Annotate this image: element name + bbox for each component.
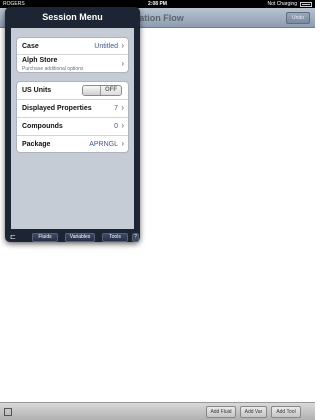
alph-store-label: Alph Store — [22, 57, 58, 64]
alph-store-subtitle: Purchase additional options — [22, 66, 84, 72]
case-label: Case — [22, 43, 39, 50]
session-menu-toolbar: ⊏ Fluids Variables Tools ? — [5, 233, 140, 242]
fluids-button[interactable]: Fluids — [32, 233, 58, 242]
variables-button[interactable]: Variables — [65, 233, 95, 242]
chevron-right-icon: › — [121, 59, 124, 68]
toggle-knob — [83, 86, 101, 95]
tools-button[interactable]: Tools — [102, 233, 128, 242]
compounds-label: Compounds — [22, 123, 63, 130]
package-value: APRNGL — [89, 141, 118, 148]
undo-button[interactable]: Undo — [286, 12, 310, 24]
session-menu-content: Case Untitled › Alph Store Purchase addi… — [11, 28, 134, 229]
battery-status-label: Not Charging — [267, 1, 297, 7]
us-units-toggle[interactable]: OFF — [82, 85, 122, 96]
chevron-right-icon: › — [121, 121, 124, 130]
chevron-right-icon: › — [121, 41, 124, 50]
case-group: Case Untitled › Alph Store Purchase addi… — [16, 37, 129, 73]
chevron-right-icon: › — [121, 103, 124, 112]
session-menu-title: Session Menu — [42, 12, 103, 22]
displayed-properties-label: Displayed Properties — [22, 105, 92, 112]
alph-store-row[interactable]: Alph Store Purchase additional options › — [17, 55, 128, 74]
us-units-row: US Units OFF — [17, 82, 128, 100]
case-value: Untitled — [94, 43, 118, 50]
flow-diagram-icon[interactable]: ⊏ — [10, 233, 16, 241]
displayed-properties-row[interactable]: Displayed Properties 7 › — [17, 100, 128, 118]
chevron-right-icon: › — [121, 139, 124, 148]
compounds-value: 0 — [114, 123, 118, 130]
help-button[interactable]: ? — [132, 233, 139, 242]
session-menu-popover: Session Menu Case Untitled › Alph Store … — [5, 7, 140, 242]
add-fluid-button[interactable]: Add Fluid — [206, 406, 236, 418]
compounds-row[interactable]: Compounds 0 › — [17, 118, 128, 136]
package-row[interactable]: Package APRNGL › — [17, 136, 128, 154]
bottom-toolbar: Add Fluid Add Var Add Tool — [0, 402, 315, 420]
displayed-properties-value: 7 — [114, 105, 118, 112]
battery-icon — [300, 2, 312, 7]
settings-group: US Units OFF Displayed Properties 7 › Co… — [16, 81, 129, 153]
add-var-button[interactable]: Add Var — [240, 406, 267, 418]
package-label: Package — [22, 141, 51, 148]
us-units-label: US Units — [22, 87, 52, 94]
case-row[interactable]: Case Untitled › — [17, 38, 128, 55]
toggle-off-label: OFF — [105, 87, 117, 93]
add-tool-button[interactable]: Add Tool — [271, 406, 301, 418]
layout-icon[interactable] — [4, 408, 12, 416]
